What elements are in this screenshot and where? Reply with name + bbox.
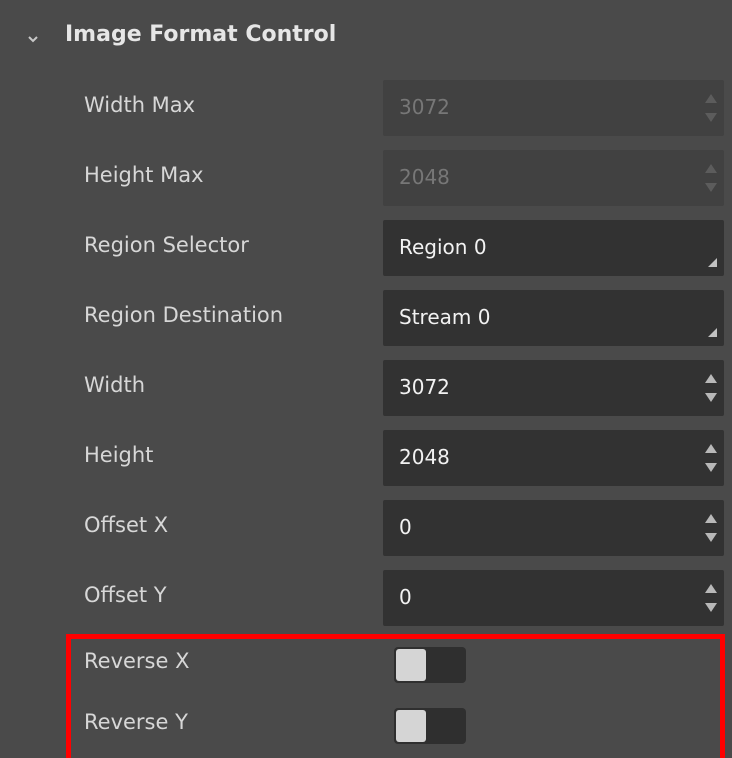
row-height: Height 2048 (0, 427, 732, 497)
row-height-max: Height Max 2048 (0, 147, 732, 217)
offset-y-spinbox[interactable]: 0 (383, 570, 724, 626)
spin-down-icon[interactable] (705, 393, 717, 402)
row-offset-x: Offset X 0 (0, 497, 732, 567)
row-offset-y: Offset Y 0 (0, 567, 732, 637)
height-max-field: 2048 (383, 150, 724, 206)
width-spinbox[interactable]: 3072 (383, 360, 724, 416)
height-spin-arrows[interactable] (705, 444, 717, 472)
height-spinbox[interactable]: 2048 (383, 430, 724, 486)
width-max-field: 3072 (383, 80, 724, 136)
group-title: Image Format Control (65, 22, 337, 47)
spin-up-icon (705, 164, 717, 173)
dropdown-corner-icon (708, 258, 717, 267)
spin-up-icon[interactable] (705, 374, 717, 383)
width-max-value: 3072 (399, 95, 450, 119)
height-max-spin-arrows (705, 164, 717, 192)
offset-y-label: Offset Y (84, 583, 167, 607)
spin-down-icon (705, 113, 717, 122)
spin-down-icon[interactable] (705, 533, 717, 542)
region-selector-label: Region Selector (84, 233, 249, 257)
width-spin-arrows[interactable] (705, 374, 717, 402)
spin-up-icon (705, 94, 717, 103)
height-max-label: Height Max (84, 163, 204, 187)
offset-x-spin-arrows[interactable] (705, 514, 717, 542)
spin-up-icon[interactable] (705, 444, 717, 453)
row-width-max: Width Max 3072 (0, 77, 732, 147)
offset-y-spin-arrows[interactable] (705, 584, 717, 612)
region-destination-label: Region Destination (84, 303, 284, 327)
spin-up-icon[interactable] (705, 584, 717, 593)
width-max-spin-arrows (705, 94, 717, 122)
region-selector-dropdown[interactable]: Region 0 (383, 220, 724, 276)
row-width: Width 3072 (0, 357, 732, 427)
row-region-destination: Region Destination Stream 0 (0, 287, 732, 357)
height-value: 2048 (399, 445, 450, 469)
offset-x-value: 0 (399, 515, 412, 539)
chevron-down-icon[interactable] (26, 32, 40, 46)
highlight-annotation-box (66, 634, 725, 758)
height-max-value: 2048 (399, 165, 450, 189)
region-destination-dropdown[interactable]: Stream 0 (383, 290, 724, 346)
width-value: 3072 (399, 375, 450, 399)
spin-down-icon[interactable] (705, 603, 717, 612)
row-region-selector: Region Selector Region 0 (0, 217, 732, 287)
offset-x-label: Offset X (84, 513, 169, 537)
spin-down-icon (705, 183, 717, 192)
image-format-control-group-header[interactable]: Image Format Control (0, 8, 732, 72)
feature-tree-panel: Image Format Control Width Max 3072 Heig… (0, 0, 732, 758)
height-label: Height (84, 443, 154, 467)
dropdown-corner-icon (708, 328, 717, 337)
width-max-label: Width Max (84, 93, 196, 117)
region-destination-value: Stream 0 (399, 305, 491, 329)
offset-y-value: 0 (399, 585, 412, 609)
spin-down-icon[interactable] (705, 463, 717, 472)
width-label: Width (84, 373, 146, 397)
offset-x-spinbox[interactable]: 0 (383, 500, 724, 556)
spin-up-icon[interactable] (705, 514, 717, 523)
region-selector-value: Region 0 (399, 235, 487, 259)
